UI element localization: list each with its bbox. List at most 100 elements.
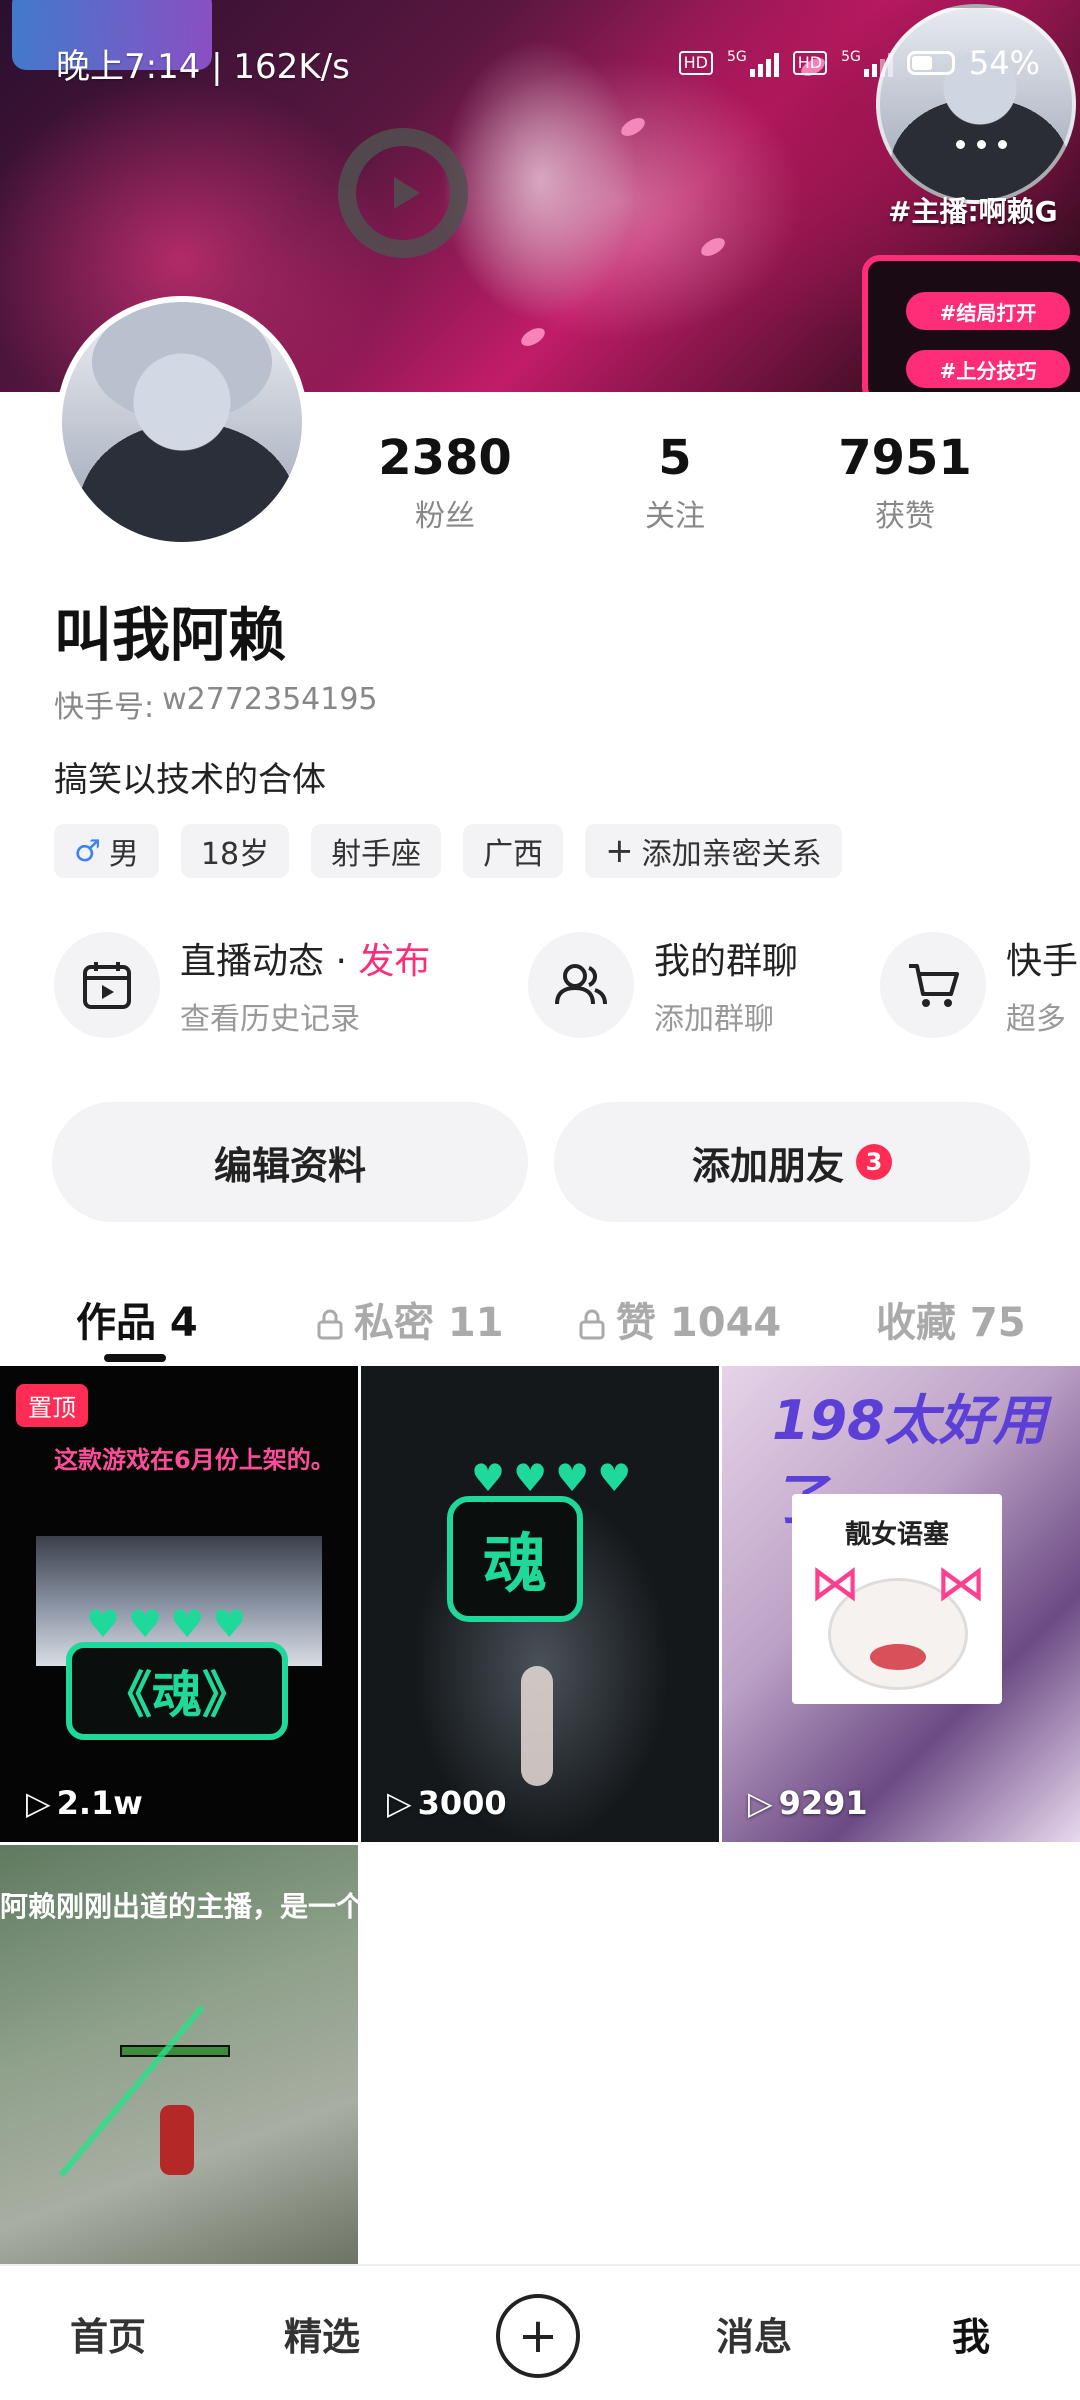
avatar[interactable] xyxy=(56,296,308,548)
banner-play-icon[interactable] xyxy=(338,128,468,258)
button-label: 编辑资料 xyxy=(213,1143,366,1188)
stat-label: 粉丝 xyxy=(415,498,475,534)
tab-label: 私密 11 xyxy=(354,1300,504,1346)
group-users-icon xyxy=(528,932,634,1038)
tab-private[interactable]: 私密 11 xyxy=(316,1290,504,1348)
tab-liked[interactable]: 赞 1044 xyxy=(578,1290,781,1348)
stat-label: 获赞 xyxy=(875,498,935,534)
nav-messages[interactable]: 消息 xyxy=(716,2306,792,2361)
feature-subtitle: 超多 xyxy=(1006,1002,1066,1037)
pinned-badge: 置顶 xyxy=(16,1384,88,1427)
profile-bio: 搞笑以技术的合体 xyxy=(54,760,326,800)
cart-icon xyxy=(880,932,986,1038)
bow-icon: ⋈ xyxy=(810,1554,860,1612)
feature-group-chat[interactable]: 我的群聊 添加群聊 xyxy=(528,932,798,1038)
tag-zodiac: 射手座 xyxy=(311,824,442,878)
video-caption: 阿赖刚刚出道的主播，是一个 xyxy=(0,1890,358,1923)
stat-likes[interactable]: 7951 获赞 xyxy=(790,432,1020,535)
video-tile[interactable]: ♥ ♥ ♥ ♥ 《魂》 置顶 这款游戏在6月份上架的。 ▷ 2.1w xyxy=(0,1366,358,1842)
more-options-icon[interactable] xyxy=(956,140,1007,149)
anchor-tag: #主播:啊赖G xyxy=(888,195,1058,228)
video-views: ▷ 9291 xyxy=(748,1784,868,1822)
active-tab-indicator xyxy=(104,1354,166,1362)
feature-shop[interactable]: 快手 超多 xyxy=(880,932,1078,1038)
feature-subtitle: 添加群聊 xyxy=(654,1002,774,1037)
video-views: ▷ 3000 xyxy=(387,1784,507,1822)
stat-label: 关注 xyxy=(645,498,705,534)
profile-tags: ♂ 男 18岁 射手座 广西 + 添加亲密关系 xyxy=(54,824,842,878)
hd-icon: HD xyxy=(792,51,828,75)
profile-uid[interactable]: 快手号: w2772354195 xyxy=(54,682,378,726)
play-count-icon: ▷ xyxy=(748,1784,773,1822)
add-relationship-button[interactable]: + 添加亲密关系 xyxy=(585,824,842,878)
uid-label: 快手号: xyxy=(54,690,155,725)
banner-chip: #上分技巧 xyxy=(906,350,1070,388)
stat-followers[interactable]: 2380 粉丝 xyxy=(330,432,560,535)
feature-title: 直播动态 · 发布 xyxy=(180,941,431,982)
feature-row: 直播动态 · 发布 查看历史记录 我的群聊 添加群聊 快手 超多 xyxy=(54,932,1080,1052)
lock-icon xyxy=(316,1304,344,1340)
tag-label: 广西 xyxy=(483,837,544,872)
button-label: 添加朋友 xyxy=(691,1143,844,1188)
tag-label: 射手座 xyxy=(331,837,422,872)
corner-avatar[interactable] xyxy=(876,4,1076,204)
profile-name: 叫我阿赖 xyxy=(54,601,287,669)
battery-icon xyxy=(906,51,955,75)
play-count-icon: ▷ xyxy=(26,1784,51,1822)
video-views: ▷ 2.1w xyxy=(26,1784,143,1822)
tab-works[interactable]: 作品 4 xyxy=(76,1290,198,1348)
play-count-icon: ▷ xyxy=(387,1784,412,1822)
tag-region: 广西 xyxy=(463,824,564,878)
tag-gender: ♂ 男 xyxy=(54,824,159,878)
meme-label: 靓女语塞 xyxy=(844,1520,949,1550)
video-tile[interactable]: ♥ ♥ ♥ ♥ 魂 ▷ 3000 xyxy=(361,1366,719,1842)
bottom-nav: 首页 精选 + 消息 我 xyxy=(0,2264,1080,2400)
signal-icon: 5G xyxy=(727,49,779,77)
add-friends-button[interactable]: 添加朋友 3 xyxy=(554,1102,1030,1222)
create-button[interactable]: + xyxy=(496,2294,580,2378)
feature-live-updates[interactable]: 直播动态 · 发布 查看历史记录 xyxy=(54,932,430,1038)
tab-favorites[interactable]: 收藏 75 xyxy=(876,1290,1026,1348)
hearts-decoration: ♥ ♥ ♥ ♥ xyxy=(86,1602,247,1646)
video-title: 魂 xyxy=(447,1496,583,1622)
action-row: 编辑资料 添加朋友 3 xyxy=(52,1102,1030,1222)
lock-icon xyxy=(578,1304,606,1340)
tag-label: 添加亲密关系 xyxy=(641,837,822,872)
video-caption: 这款游戏在6月份上架的。 xyxy=(54,1446,335,1474)
tag-age: 18岁 xyxy=(180,824,290,878)
uid-value: w2772354195 xyxy=(162,682,378,717)
battery-level: 54% xyxy=(968,44,1040,82)
video-tile[interactable]: 198太好用了 靓女语塞 ⋈ ⋈ ▷9291 xyxy=(722,1366,1080,1842)
hearts-decoration: ♥ ♥ ♥ ♥ xyxy=(471,1456,632,1500)
tab-label: 作品 4 xyxy=(76,1300,198,1346)
tag-label: 男 xyxy=(108,837,139,872)
tab-label: 收藏 75 xyxy=(876,1300,1026,1346)
banner-chip: #结局打开 xyxy=(906,292,1070,330)
stat-following[interactable]: 5 关注 xyxy=(560,432,790,535)
male-icon: ♂ xyxy=(74,833,101,869)
plus-icon: + xyxy=(605,831,634,871)
nav-home[interactable]: 首页 xyxy=(70,2306,146,2361)
stat-value: 5 xyxy=(658,430,692,486)
nav-me[interactable]: 我 xyxy=(952,2306,990,2361)
publish-link[interactable]: 发布 xyxy=(358,941,430,982)
video-tile[interactable]: 阿赖刚刚出道的主播，是一个 xyxy=(0,1845,358,2265)
meme-mouth xyxy=(870,1644,926,1670)
hd-icon: HD xyxy=(678,51,713,75)
skill-arrow xyxy=(58,2005,285,2245)
signal-icon: 5G xyxy=(841,49,893,77)
status-time: 晚上7:14 | 162K/s xyxy=(56,46,350,87)
feature-subtitle: 查看历史记录 xyxy=(180,1002,360,1037)
video-title: 《魂》 xyxy=(66,1642,288,1740)
meme-card: 靓女语塞 ⋈ ⋈ xyxy=(792,1494,1002,1704)
bow-icon: ⋈ xyxy=(936,1554,986,1612)
feature-title: 我的群聊 xyxy=(654,941,799,982)
nav-featured[interactable]: 精选 xyxy=(284,2306,360,2361)
status-bar: 晚上7:14 | 162K/s HD 5G HD 5G 54% xyxy=(0,36,1080,90)
stat-value: 2380 xyxy=(378,430,512,486)
feature-title: 快手 xyxy=(1006,941,1079,982)
calendar-play-icon xyxy=(54,932,160,1038)
edit-profile-button[interactable]: 编辑资料 xyxy=(52,1102,528,1222)
tab-label: 赞 1044 xyxy=(616,1300,782,1346)
tag-label: 18岁 xyxy=(200,837,270,872)
